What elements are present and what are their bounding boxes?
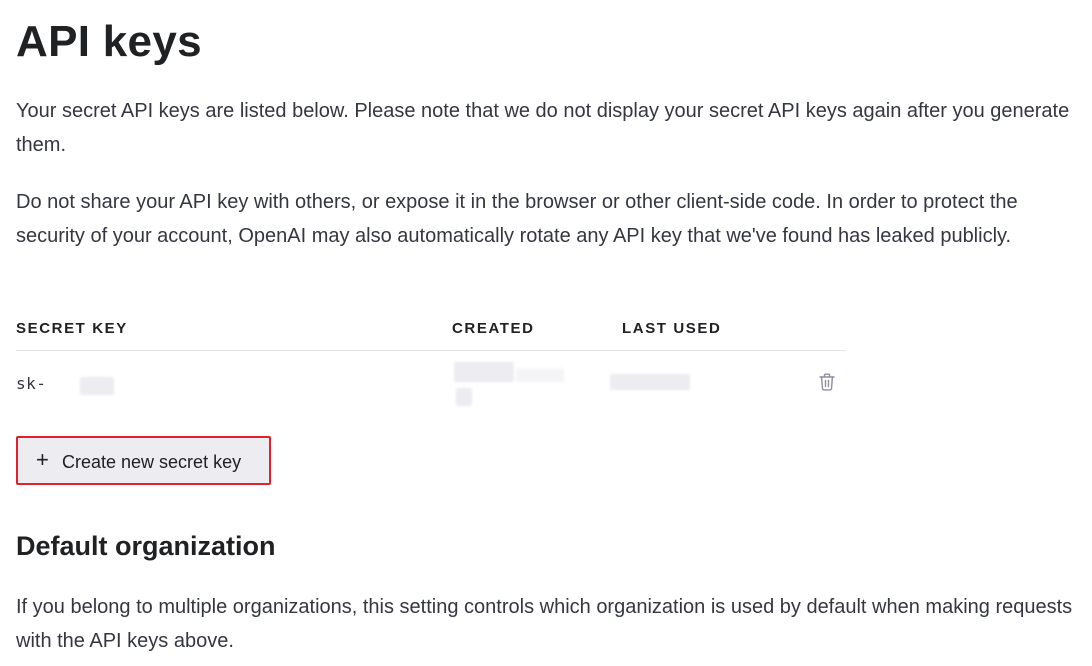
default-organization-title: Default organization bbox=[16, 531, 276, 561]
default-organization-description: If you belong to multiple organizations,… bbox=[16, 596, 1073, 652]
plus-icon: + bbox=[36, 447, 49, 472]
intro-paragraph-2: Do not share your API key with others, o… bbox=[16, 191, 1018, 247]
redacted-last-used-date bbox=[610, 374, 690, 390]
column-header-created: CREATED bbox=[452, 320, 535, 337]
column-header-last-used: LAST USED bbox=[622, 320, 722, 337]
create-new-secret-key-label: Create new secret key bbox=[62, 452, 242, 472]
redacted-created-date bbox=[516, 368, 564, 382]
column-header-secret-key: SECRET KEY bbox=[16, 320, 128, 337]
create-new-secret-key-button[interactable]: + Create new secret key bbox=[16, 436, 271, 485]
redacted-secret-key bbox=[80, 377, 114, 395]
redacted-created-date bbox=[456, 388, 472, 406]
table-header-divider bbox=[16, 350, 846, 351]
redacted-created-date bbox=[454, 362, 514, 382]
page-title: API keys bbox=[16, 17, 202, 66]
trash-icon bbox=[819, 373, 835, 391]
secret-key-value: sk- bbox=[16, 374, 47, 393]
delete-key-button[interactable] bbox=[818, 372, 836, 392]
intro-paragraph-1: Your secret API keys are listed below. P… bbox=[16, 100, 1070, 156]
